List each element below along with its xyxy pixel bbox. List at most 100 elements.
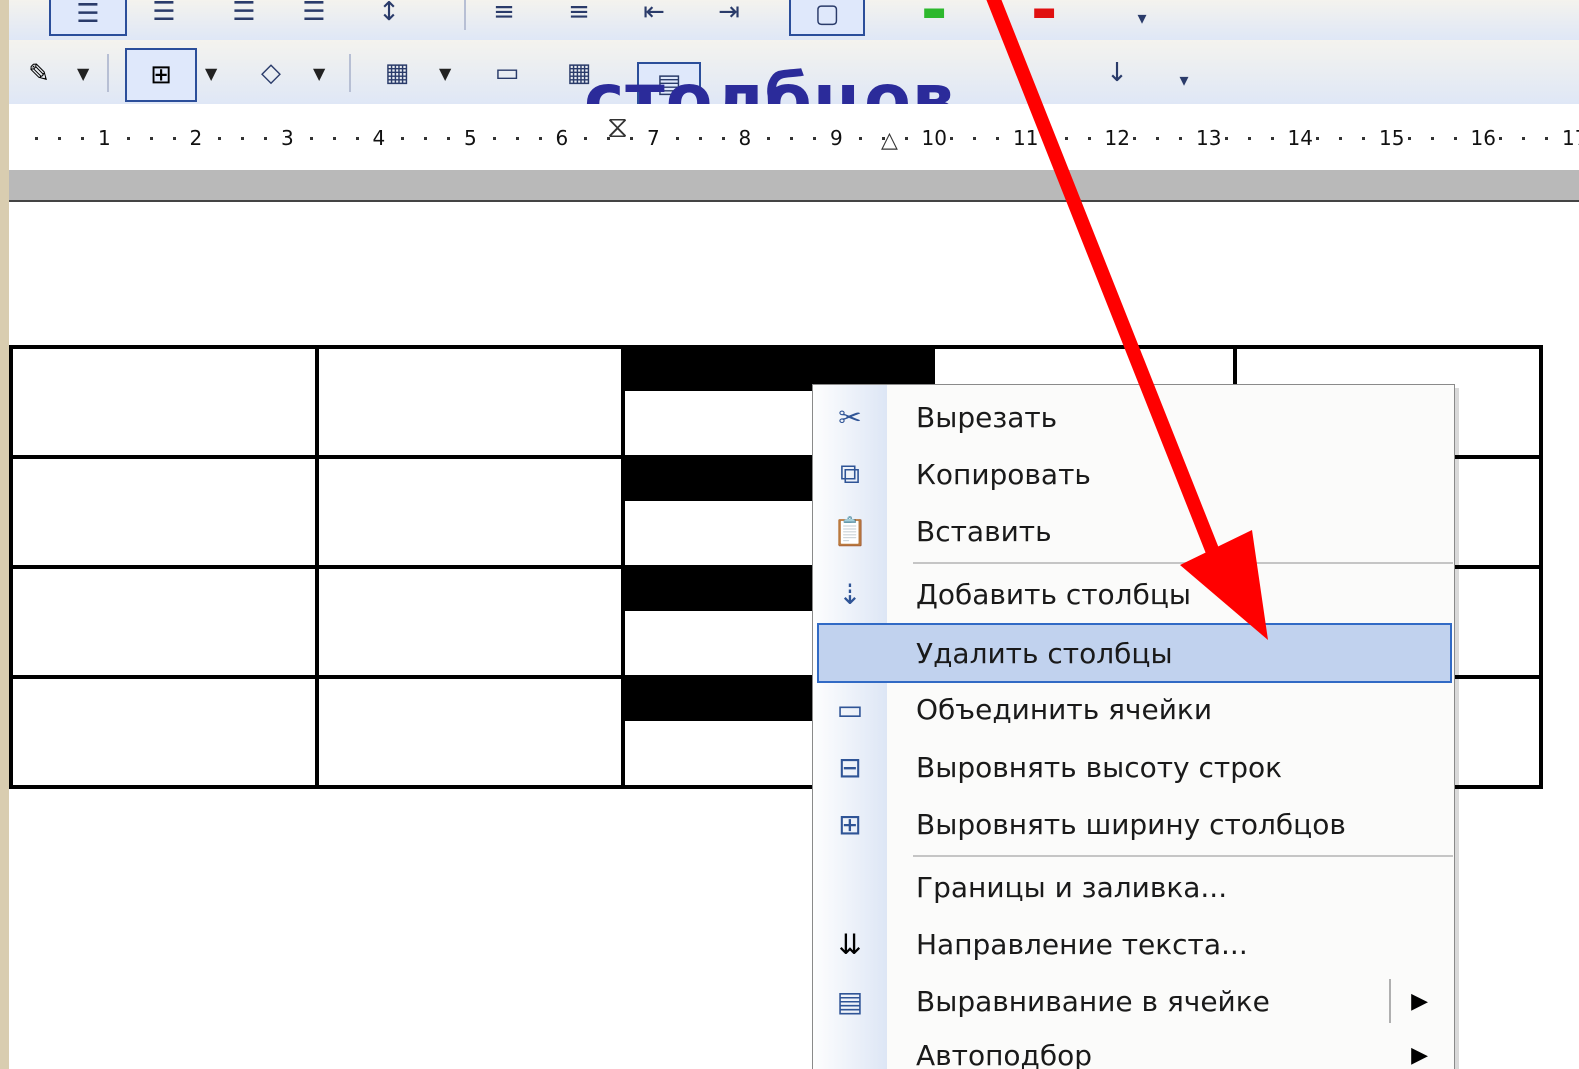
ruler-tick bbox=[1247, 137, 1251, 140]
highlight-button[interactable]: ▬ bbox=[904, 0, 964, 30]
borders-dropdown[interactable]: ▼ bbox=[205, 64, 217, 83]
ruler-tick bbox=[630, 137, 634, 140]
toolbar-separator bbox=[107, 54, 109, 92]
menu-item-label: Выравнивание в ячейке bbox=[916, 984, 1270, 1018]
font-color-button[interactable]: ▬ bbox=[1014, 0, 1074, 30]
distribute-columns-icon: ⊞ bbox=[838, 807, 862, 841]
ruler-tick bbox=[1041, 137, 1045, 140]
table-cell[interactable] bbox=[9, 345, 319, 459]
ruler-tick bbox=[1522, 137, 1526, 140]
menu-item-label: Объединить ячейки bbox=[916, 692, 1213, 726]
horizontal-ruler: 1234567891011121314151617⧖△ bbox=[9, 104, 1579, 171]
ruler-tick bbox=[35, 137, 39, 140]
menu-item-label: Вырезать bbox=[916, 400, 1058, 434]
copy-icon: ⧉ bbox=[840, 457, 860, 490]
shading-dropdown[interactable]: ▼ bbox=[313, 64, 325, 83]
align-center-button[interactable]: ☰ bbox=[139, 0, 189, 30]
ruler-tick bbox=[675, 137, 679, 140]
ruler-tick bbox=[1499, 137, 1503, 140]
menu-item-merge-cells[interactable]: ▭ Объединить ячейки bbox=[813, 681, 1454, 737]
menu-item-paste[interactable]: 📋 Вставить bbox=[813, 503, 1454, 559]
toolbar-options-button[interactable]: ▾ bbox=[1124, 0, 1160, 36]
menu-item-delete-columns[interactable]: Удалить столбцы bbox=[817, 623, 1452, 683]
ruler-tick bbox=[241, 137, 245, 140]
ruler-tick bbox=[1133, 137, 1137, 140]
ruler-number: 5 bbox=[464, 126, 477, 150]
ruler-tick bbox=[492, 137, 496, 140]
menu-item-label: Удалить столбцы bbox=[916, 636, 1173, 670]
ruler-tick bbox=[1156, 137, 1160, 140]
line-spacing-button[interactable]: ↕ bbox=[359, 0, 419, 30]
ruler-tick bbox=[1224, 137, 1228, 140]
table-cell[interactable] bbox=[315, 675, 625, 789]
ruler-tick bbox=[81, 137, 85, 140]
text-direction-icon: ⇊ bbox=[838, 927, 862, 961]
ruler-tick bbox=[1430, 137, 1434, 140]
menu-separator bbox=[913, 562, 1453, 564]
merge-cells-toolbar-icon[interactable]: ▭ bbox=[479, 50, 535, 96]
ruler-tick bbox=[1407, 137, 1411, 140]
ruler-tick bbox=[698, 137, 702, 140]
ruler-tick bbox=[515, 137, 519, 140]
borders-button[interactable]: ▢ bbox=[789, 0, 865, 36]
submenu-divider bbox=[1389, 979, 1391, 1023]
menu-item-cut[interactable]: ✂ Вырезать bbox=[813, 389, 1454, 445]
toolbar-options-button[interactable]: ▾ bbox=[1169, 62, 1199, 98]
align-right-button[interactable]: ☰ bbox=[219, 0, 269, 30]
menu-item-distribute-columns[interactable]: ⊞ Выровнять ширину столбцов bbox=[813, 796, 1454, 852]
table-cell[interactable] bbox=[315, 455, 625, 569]
table-cell[interactable] bbox=[9, 565, 319, 679]
ruler-number: 16 bbox=[1470, 126, 1496, 150]
table-cell[interactable] bbox=[9, 675, 319, 789]
ruler-tick bbox=[973, 137, 977, 140]
distribute-rows-icon: ⊟ bbox=[838, 750, 862, 784]
decrease-indent-button[interactable]: ⇤ bbox=[629, 0, 679, 30]
ruler-number: 6 bbox=[555, 126, 569, 150]
ruler-tick bbox=[1339, 137, 1343, 140]
menu-separator bbox=[913, 855, 1453, 857]
justify-button[interactable]: ☰ bbox=[289, 0, 339, 30]
numbering-button[interactable]: ≡ bbox=[479, 0, 529, 30]
ruler-tick bbox=[309, 137, 313, 140]
table-cell[interactable] bbox=[9, 455, 319, 569]
tab-stop-icon[interactable]: △ bbox=[881, 128, 898, 153]
line-color-icon[interactable]: ✎ bbox=[9, 54, 69, 94]
toolbar-separator bbox=[349, 54, 351, 92]
menu-item-cell-alignment[interactable]: ▤ Выравнивание в ячейке ▶ bbox=[813, 973, 1454, 1029]
insert-columns-icon: ⇣ bbox=[838, 577, 862, 611]
menu-item-autofit[interactable]: Автоподбор ▶ bbox=[813, 1027, 1454, 1069]
ruler-tick bbox=[1270, 137, 1274, 140]
ruler-tick bbox=[1316, 137, 1320, 140]
menu-item-label: Выровнять высоту строк bbox=[916, 750, 1283, 784]
ruler-number: 12 bbox=[1104, 126, 1130, 150]
table-cell[interactable] bbox=[315, 345, 625, 459]
insert-table-icon[interactable]: ▦ bbox=[369, 50, 425, 96]
ruler-tick bbox=[1087, 137, 1091, 140]
menu-item-distribute-rows[interactable]: ⊟ Выровнять высоту строк bbox=[813, 739, 1454, 795]
ruler-tick bbox=[218, 137, 222, 140]
ruler-tick bbox=[401, 137, 405, 140]
increase-indent-button[interactable]: ⇥ bbox=[704, 0, 754, 30]
sort-ascending-icon[interactable]: ↓ bbox=[1089, 50, 1145, 96]
ruler-tick bbox=[424, 137, 428, 140]
toolbar-separator bbox=[464, 0, 466, 30]
indent-marker-icon[interactable]: ⧖ bbox=[607, 110, 628, 145]
formatting-toolbar: ☰ ☰ ☰ ☰ ↕ ≡ ≡ ⇤ ⇥ ▢ ▬ ▬ ▾ bbox=[9, 0, 1579, 40]
menu-item-borders-shading[interactable]: Границы и заливка... bbox=[813, 859, 1454, 915]
menu-item-label: Направление текста... bbox=[916, 927, 1248, 961]
menu-item-copy[interactable]: ⧉ Копировать bbox=[813, 446, 1454, 502]
ruler-number: 4 bbox=[372, 126, 386, 150]
insert-table-dropdown[interactable]: ▼ bbox=[439, 64, 451, 83]
align-left-button[interactable]: ☰ bbox=[49, 0, 127, 36]
shading-color-icon[interactable]: ◇ bbox=[241, 50, 301, 96]
table-cell[interactable] bbox=[315, 565, 625, 679]
menu-item-text-direction[interactable]: ⇊ Направление текста... bbox=[813, 916, 1454, 972]
menu-item-label: Вставить bbox=[916, 514, 1052, 548]
merge-cells-icon: ▭ bbox=[836, 692, 864, 726]
ruler-tick bbox=[996, 137, 1000, 140]
menu-item-insert-columns[interactable]: ⇣ Добавить столбцы bbox=[813, 566, 1454, 622]
submenu-arrow-icon: ▶ bbox=[1411, 988, 1428, 1014]
table-borders-icon[interactable]: ⊞ bbox=[125, 48, 197, 102]
line-color-dropdown[interactable]: ▼ bbox=[77, 64, 89, 83]
bullets-button[interactable]: ≡ bbox=[554, 0, 604, 30]
